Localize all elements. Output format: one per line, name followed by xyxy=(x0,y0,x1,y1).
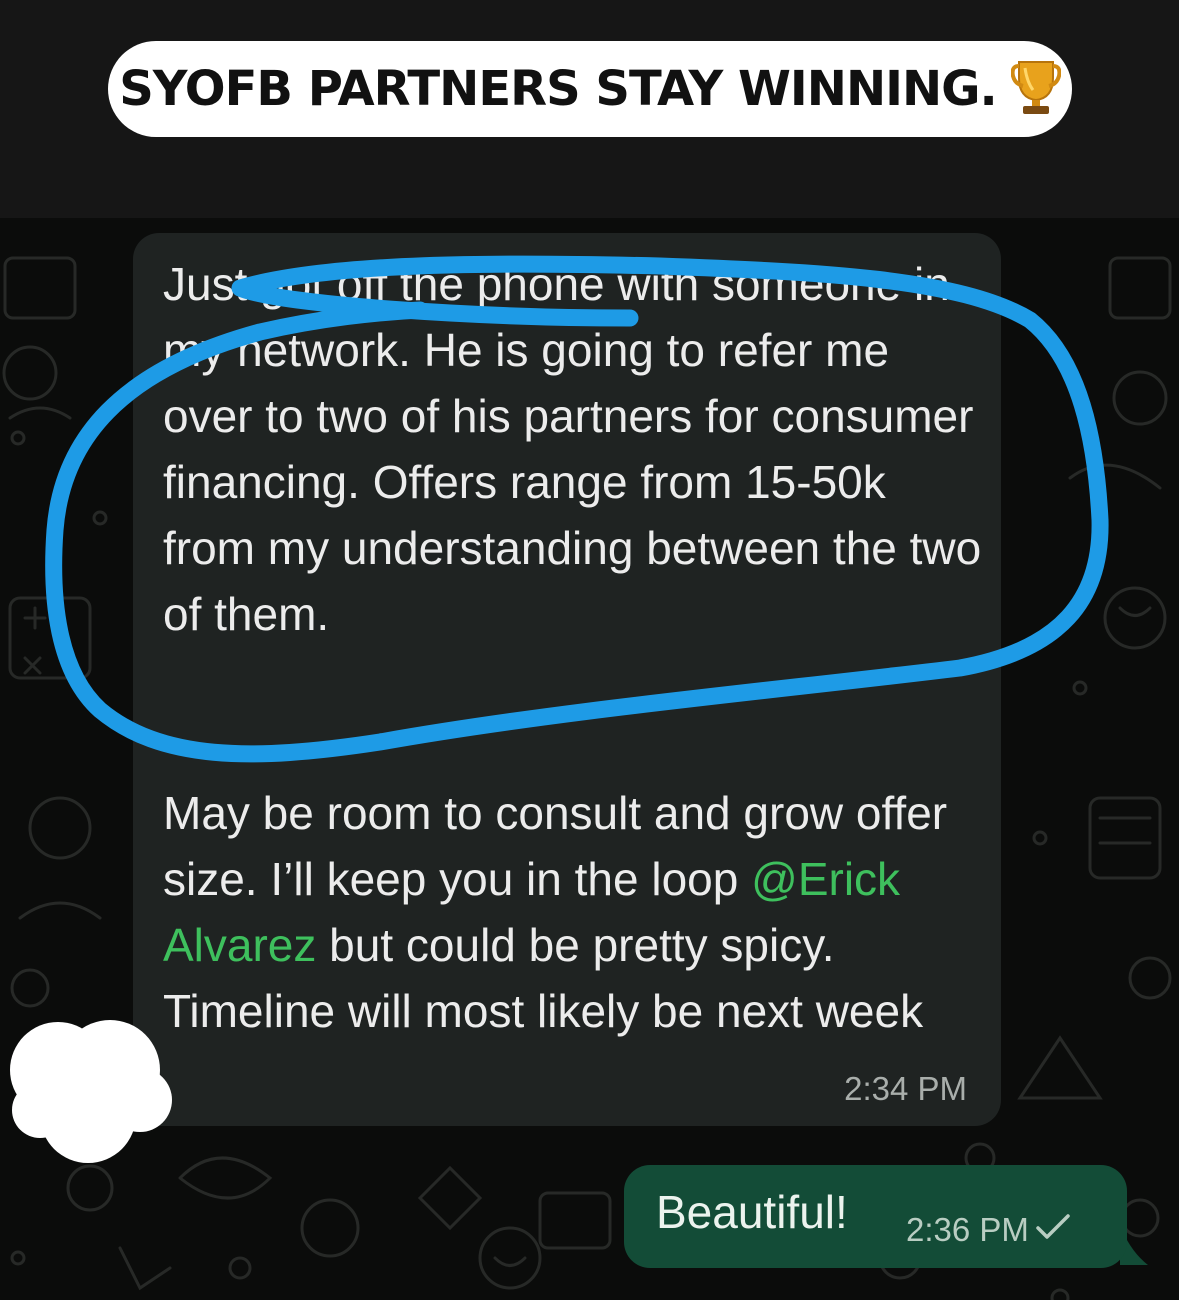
screenshot: SYOFB PARTNERS STAY WINNING. Just got of… xyxy=(0,0,1179,1300)
redaction-blot xyxy=(10,1020,172,1163)
